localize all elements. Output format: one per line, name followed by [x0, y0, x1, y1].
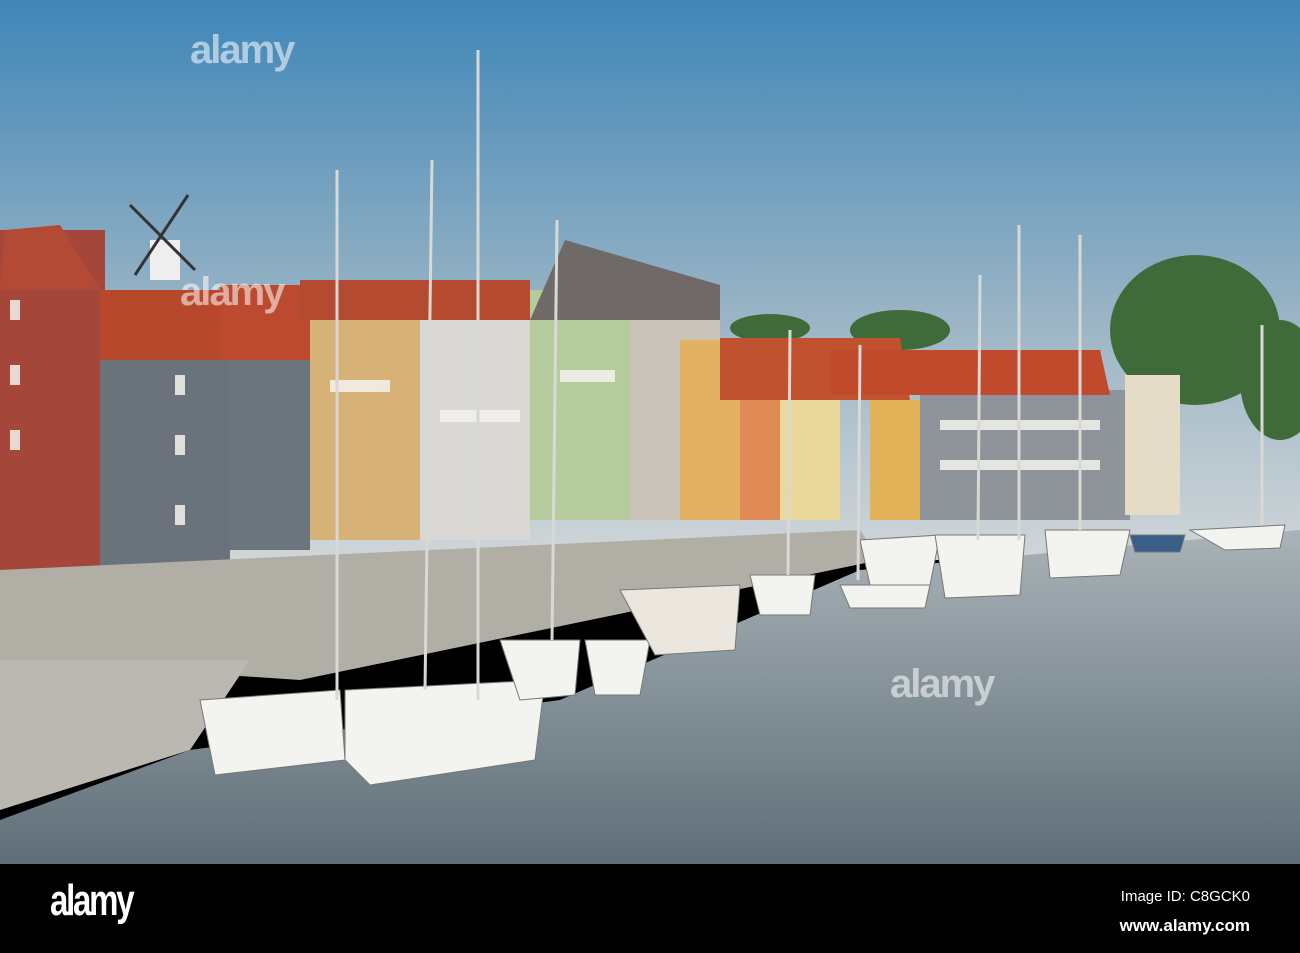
watermark: alamy	[190, 28, 295, 72]
footer-bar: alamy Image ID: C8GCK0 www.alamy.com	[0, 864, 1300, 953]
harbor-photo	[0, 0, 1300, 864]
watermark: alamy	[890, 662, 995, 706]
alamy-logo: alamy	[50, 876, 135, 925]
watermark: alamy	[180, 270, 285, 314]
site-url: www.alamy.com	[1119, 916, 1250, 935]
image-id: Image ID: C8GCK0	[1120, 888, 1250, 905]
